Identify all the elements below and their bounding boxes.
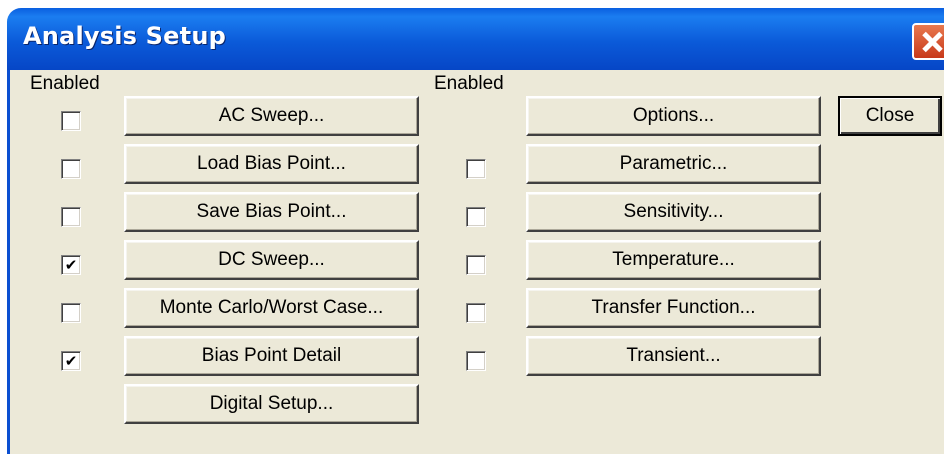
dialog-body: Enabled Enabled ✔ ✔ AC Sweep... Load Bia… <box>7 70 944 454</box>
checkbox-transfer-function[interactable] <box>466 303 486 323</box>
options-button[interactable]: Options... <box>526 96 821 136</box>
checkbox-temperature[interactable] <box>466 255 486 275</box>
analysis-setup-dialog: Analysis Setup Enabled Enabled ✔ ✔ AC Sw… <box>0 0 944 454</box>
close-button[interactable]: Close <box>838 96 942 136</box>
temperature-button[interactable]: Temperature... <box>526 240 821 280</box>
check-icon: ✔ <box>64 351 78 370</box>
bias-point-detail-button[interactable]: Bias Point Detail <box>124 336 419 376</box>
checkbox-bias-point-detail[interactable]: ✔ <box>61 351 81 371</box>
checkbox-save-bias-point[interactable] <box>61 207 81 227</box>
load-bias-point-button[interactable]: Load Bias Point... <box>124 144 419 184</box>
checkbox-ac-sweep[interactable] <box>61 111 81 131</box>
parametric-button[interactable]: Parametric... <box>526 144 821 184</box>
dialog-title: Analysis Setup <box>23 22 226 50</box>
title-bar[interactable]: Analysis Setup <box>7 8 944 70</box>
dc-sweep-button[interactable]: DC Sweep... <box>124 240 419 280</box>
checkbox-load-bias-point[interactable] <box>61 159 81 179</box>
checkbox-parametric[interactable] <box>466 159 486 179</box>
checkbox-monte-carlo[interactable] <box>61 303 81 323</box>
checkbox-transient[interactable] <box>466 351 486 371</box>
left-enabled-header: Enabled <box>30 73 100 94</box>
checkbox-dc-sweep[interactable]: ✔ <box>61 255 81 275</box>
sensitivity-button[interactable]: Sensitivity... <box>526 192 821 232</box>
check-icon: ✔ <box>64 255 78 274</box>
ac-sweep-button[interactable]: AC Sweep... <box>124 96 419 136</box>
checkbox-sensitivity[interactable] <box>466 207 486 227</box>
transient-button[interactable]: Transient... <box>526 336 821 376</box>
transfer-function-button[interactable]: Transfer Function... <box>526 288 821 328</box>
monte-carlo-button[interactable]: Monte Carlo/Worst Case... <box>124 288 419 328</box>
close-icon[interactable] <box>912 23 944 60</box>
right-enabled-header: Enabled <box>434 73 504 94</box>
digital-setup-button[interactable]: Digital Setup... <box>124 384 419 424</box>
save-bias-point-button[interactable]: Save Bias Point... <box>124 192 419 232</box>
